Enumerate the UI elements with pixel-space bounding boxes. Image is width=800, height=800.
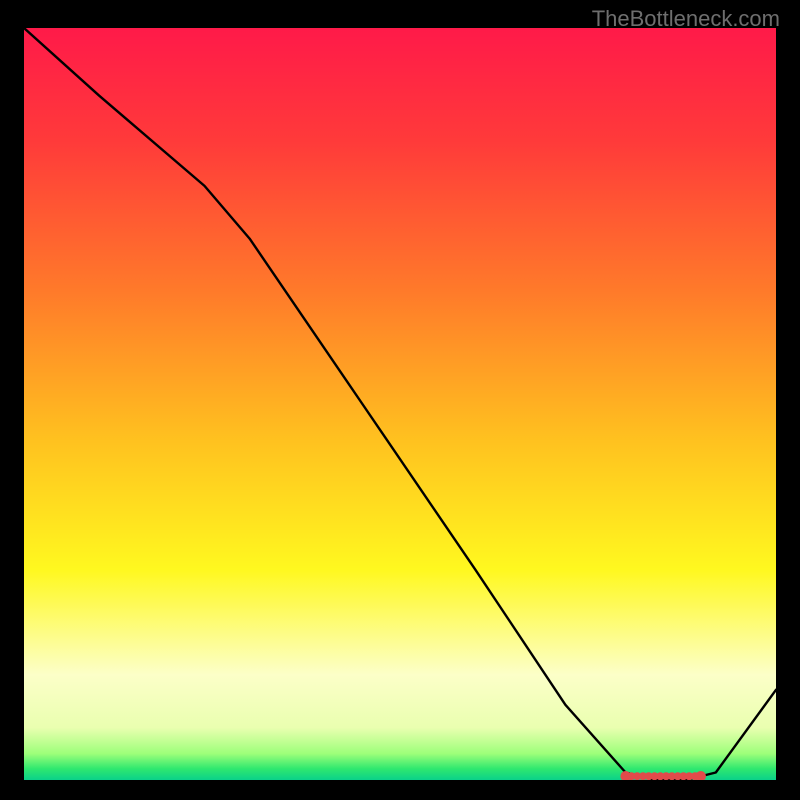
gradient-backdrop <box>24 28 776 780</box>
chart-plot-area <box>24 28 776 780</box>
chart-root: TheBottleneck.com <box>0 0 800 800</box>
chart-svg <box>24 28 776 780</box>
